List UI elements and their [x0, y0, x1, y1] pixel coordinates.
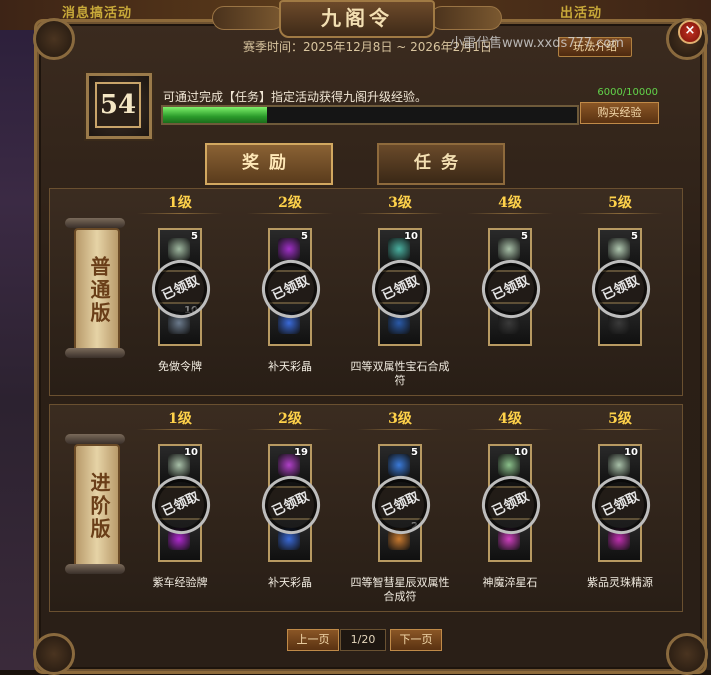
track-label-normal: 普通版 [74, 228, 120, 352]
reward-item-icon [608, 238, 630, 260]
background-banner-left: 消息搞活动 [62, 6, 133, 21]
corner-ornament [666, 633, 708, 675]
title-wing-right [430, 6, 502, 30]
close-button[interactable]: × [678, 20, 702, 44]
level-header: 3级 [388, 411, 412, 427]
reward-item-name: 四等双属性宝石合成符 [350, 360, 450, 387]
level-divider [577, 213, 663, 214]
reward-count: 19 [294, 447, 308, 458]
level-divider [247, 213, 333, 214]
tab-tasks[interactable]: 任务 [377, 143, 505, 185]
level-badge: 54 [86, 73, 152, 139]
page-indicator: 1/20 [340, 629, 386, 651]
reward-item-icon [388, 454, 410, 476]
level-divider [577, 429, 663, 430]
reward-count: 5 [411, 447, 418, 458]
reward-item-icon [498, 238, 520, 260]
scroll-cap [65, 564, 125, 574]
next-page-button[interactable]: 下一页 [390, 629, 442, 651]
title-wing-left [212, 6, 284, 30]
exp-progress-bar [161, 105, 579, 125]
background-banner-right: 出活动 [560, 6, 603, 21]
tab-rewards[interactable]: 奖励 [205, 143, 333, 185]
reward-count: 10 [404, 231, 418, 242]
exp-progress-fill [163, 107, 268, 123]
level-divider [137, 429, 223, 430]
scroll-cap [65, 434, 125, 444]
level-header: 3级 [388, 195, 412, 211]
reward-item-name: 紫车经验牌 [152, 576, 208, 589]
level-header: 2级 [278, 195, 302, 211]
level-header: 5级 [608, 411, 632, 427]
reward-item-name: 四等智彗星辰双属性合成符 [350, 576, 450, 603]
level-divider [467, 429, 553, 430]
reward-count: 5 [191, 231, 198, 242]
level-header: 1级 [168, 195, 192, 211]
reward-item-name: 补天彩晶 [268, 576, 312, 589]
reward-item-name: 紫品灵珠精源 [587, 576, 653, 589]
panel-title: 九阁令 [279, 0, 435, 38]
scroll-cap [65, 348, 125, 358]
corner-ornament [33, 18, 75, 60]
level-divider [357, 213, 443, 214]
track-label-advanced: 进阶版 [74, 444, 120, 568]
reward-count: 5 [631, 231, 638, 242]
level-divider [467, 213, 553, 214]
level-header: 4级 [498, 195, 522, 211]
level-header: 4级 [498, 411, 522, 427]
reward-count: 5 [301, 231, 308, 242]
watermark: 小雷代售www.xxds777.com [450, 36, 624, 51]
level-header: 5级 [608, 195, 632, 211]
reward-item-name: 补天彩晶 [268, 360, 312, 373]
prev-page-button[interactable]: 上一页 [287, 629, 339, 651]
reward-item-name: 神魔淬星石 [482, 576, 538, 589]
reward-count: 5 [521, 231, 528, 242]
scroll-cap [65, 218, 125, 228]
reward-count: 10 [514, 447, 528, 458]
exp-description: 可通过完成【任务】指定活动获得九阁升级经验。 [163, 90, 428, 104]
reward-count: 10 [184, 447, 198, 458]
level-header: 2级 [278, 411, 302, 427]
reward-item-icon [278, 238, 300, 260]
level-number: 54 [95, 82, 141, 128]
level-divider [247, 429, 333, 430]
reward-count: 10 [624, 447, 638, 458]
exp-counter: 6000/10000 [597, 87, 658, 98]
level-divider [357, 429, 443, 430]
reward-item-name: 免做令牌 [158, 360, 202, 373]
level-header: 1级 [168, 411, 192, 427]
reward-item-icon [168, 238, 190, 260]
buy-exp-button[interactable]: 购买经验 [580, 102, 659, 124]
level-divider [137, 213, 223, 214]
corner-ornament [33, 633, 75, 675]
